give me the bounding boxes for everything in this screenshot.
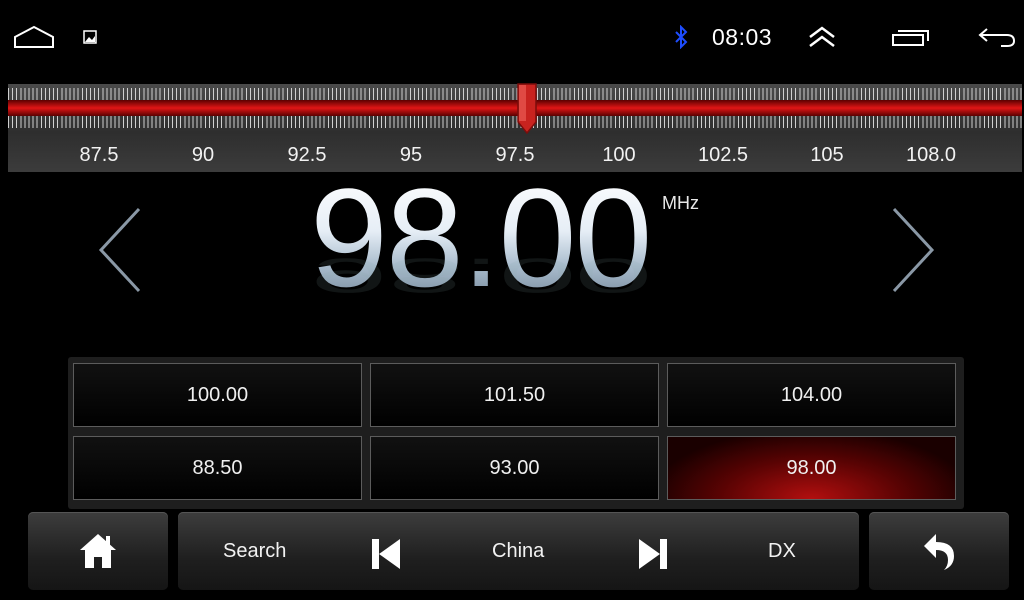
scale-label: 108.0: [905, 144, 957, 166]
scale-label: 90: [191, 144, 215, 166]
dx-button[interactable]: DX: [768, 540, 796, 563]
scale-ticks-bottom: [8, 116, 1022, 128]
preset-panel: 100.00 101.50 104.00 88.50 93.00 98.00: [68, 357, 964, 509]
search-button[interactable]: Search: [223, 540, 286, 563]
region-button[interactable]: China: [492, 540, 544, 563]
scale-label: 102.5: [697, 144, 749, 166]
preset-button[interactable]: 104.00: [667, 363, 956, 427]
clock: 08:03: [712, 24, 773, 50]
preset-button-active[interactable]: 98.00: [667, 436, 956, 500]
frequency-reflection: 98.00: [310, 248, 651, 304]
recent-apps-icon[interactable]: [890, 22, 932, 52]
back-icon[interactable]: [976, 22, 1018, 52]
chevron-up-double-icon[interactable]: [806, 22, 838, 52]
tune-up-button[interactable]: [888, 205, 938, 295]
preset-button[interactable]: 93.00: [370, 436, 659, 500]
preset-button[interactable]: 100.00: [73, 363, 362, 427]
preset-button[interactable]: 88.50: [73, 436, 362, 500]
home-button[interactable]: [28, 512, 168, 590]
return-button[interactable]: [869, 512, 1009, 590]
frequency-unit: MHz: [662, 193, 699, 213]
skip-next-icon[interactable]: [637, 537, 669, 571]
skip-previous-icon[interactable]: [370, 537, 402, 571]
scale-label: 105: [810, 144, 844, 166]
tune-down-button[interactable]: [95, 205, 145, 295]
home-outline-icon[interactable]: [12, 22, 56, 52]
tuning-needle[interactable]: [516, 82, 538, 135]
status-bar: 08:03: [0, 0, 1024, 76]
tuning-band: [8, 100, 1022, 116]
scale-label: 87.5: [79, 144, 119, 166]
return-icon: [924, 534, 954, 570]
home-icon: [80, 534, 116, 568]
scale-ticks-top: [8, 88, 1022, 100]
image-icon: [82, 22, 98, 52]
preset-button[interactable]: 101.50: [370, 363, 659, 427]
bluetooth-icon: [670, 22, 692, 52]
